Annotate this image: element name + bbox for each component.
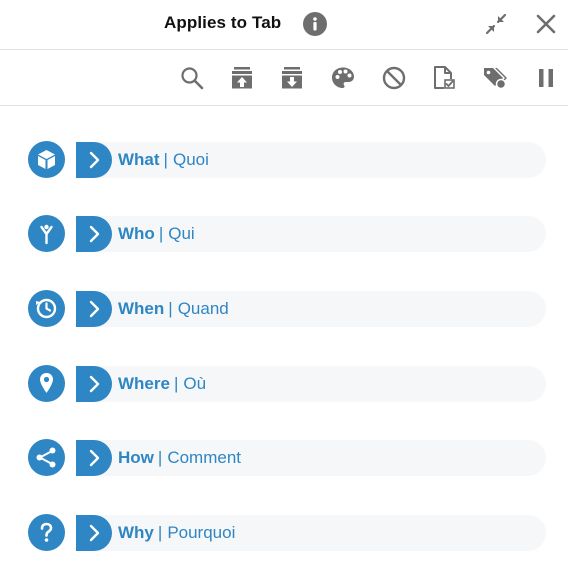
list-item-where: Where | Où bbox=[0, 364, 568, 404]
expand-where-button[interactable]: Where | Où bbox=[76, 366, 546, 402]
row-label: How | Comment bbox=[118, 448, 241, 468]
title-bar: Applies to Tab bbox=[0, 0, 568, 50]
label-primary: Where bbox=[118, 374, 170, 393]
label-separator: | bbox=[173, 374, 179, 393]
cube-icon bbox=[28, 141, 65, 178]
list-item-who: Who | Qui bbox=[0, 214, 568, 254]
list-item-when: When | Quand bbox=[0, 289, 568, 329]
label-primary: Who bbox=[118, 224, 155, 243]
label-separator: | bbox=[158, 224, 164, 243]
person-icon bbox=[28, 215, 65, 252]
row-label: Where | Où bbox=[118, 374, 206, 394]
block-icon[interactable] bbox=[381, 65, 407, 91]
expand-who-button[interactable]: Who | Qui bbox=[76, 216, 546, 252]
tags-icon[interactable] bbox=[482, 65, 508, 91]
expand-how-button[interactable]: How | Comment bbox=[76, 440, 546, 476]
label-secondary: Qui bbox=[168, 224, 195, 243]
question-icon bbox=[28, 514, 65, 551]
document-check-icon[interactable] bbox=[431, 65, 457, 91]
archive-down-icon[interactable] bbox=[279, 65, 305, 91]
row-label: What | Quoi bbox=[118, 150, 209, 170]
label-primary: How bbox=[118, 448, 154, 467]
close-icon[interactable] bbox=[534, 12, 558, 36]
info-icon[interactable] bbox=[303, 12, 327, 36]
label-primary: What bbox=[118, 150, 160, 169]
label-secondary: Quand bbox=[177, 299, 229, 318]
expand-why-button[interactable]: Why | Pourquoi bbox=[76, 515, 546, 551]
label-separator: | bbox=[163, 150, 168, 169]
chevron-right-icon bbox=[76, 216, 112, 252]
toolbar bbox=[0, 50, 568, 106]
row-label: Why | Pourquoi bbox=[118, 523, 235, 543]
chevron-right-icon bbox=[76, 440, 112, 476]
label-secondary: Comment bbox=[167, 448, 241, 467]
share-icon bbox=[28, 439, 65, 476]
label-secondary: Quoi bbox=[172, 150, 209, 169]
expand-when-button[interactable]: When | Quand bbox=[76, 291, 546, 327]
row-label: Who | Qui bbox=[118, 224, 195, 244]
list-item-why: Why | Pourquoi bbox=[0, 513, 568, 553]
label-separator: | bbox=[157, 448, 163, 467]
row-label: When | Quand bbox=[118, 299, 229, 319]
clock-icon bbox=[28, 290, 65, 327]
chevron-right-icon bbox=[76, 515, 112, 551]
palette-icon[interactable] bbox=[330, 65, 356, 91]
label-primary: Why bbox=[118, 523, 154, 542]
label-secondary: Pourquoi bbox=[167, 523, 236, 542]
list-item-how: How | Comment bbox=[0, 438, 568, 478]
chevron-right-icon bbox=[76, 366, 112, 402]
chevron-right-icon bbox=[76, 291, 112, 327]
pause-icon[interactable] bbox=[533, 65, 559, 91]
label-primary: When bbox=[118, 299, 165, 318]
chevron-right-icon bbox=[76, 142, 112, 178]
list-item-what: What | Quoi bbox=[0, 140, 568, 180]
label-separator: | bbox=[157, 523, 163, 542]
panel-title: Applies to Tab bbox=[164, 13, 282, 32]
applies-to-tab-panel: Applies to Tab What | Quoi Who | Qui Whe… bbox=[0, 0, 568, 577]
map-pin-icon bbox=[28, 365, 65, 402]
collapse-icon[interactable] bbox=[484, 12, 508, 36]
search-icon[interactable] bbox=[179, 65, 205, 91]
archive-up-icon[interactable] bbox=[229, 65, 255, 91]
expand-what-button[interactable]: What | Quoi bbox=[76, 142, 546, 178]
label-separator: | bbox=[168, 299, 173, 318]
label-secondary: Où bbox=[183, 374, 207, 393]
